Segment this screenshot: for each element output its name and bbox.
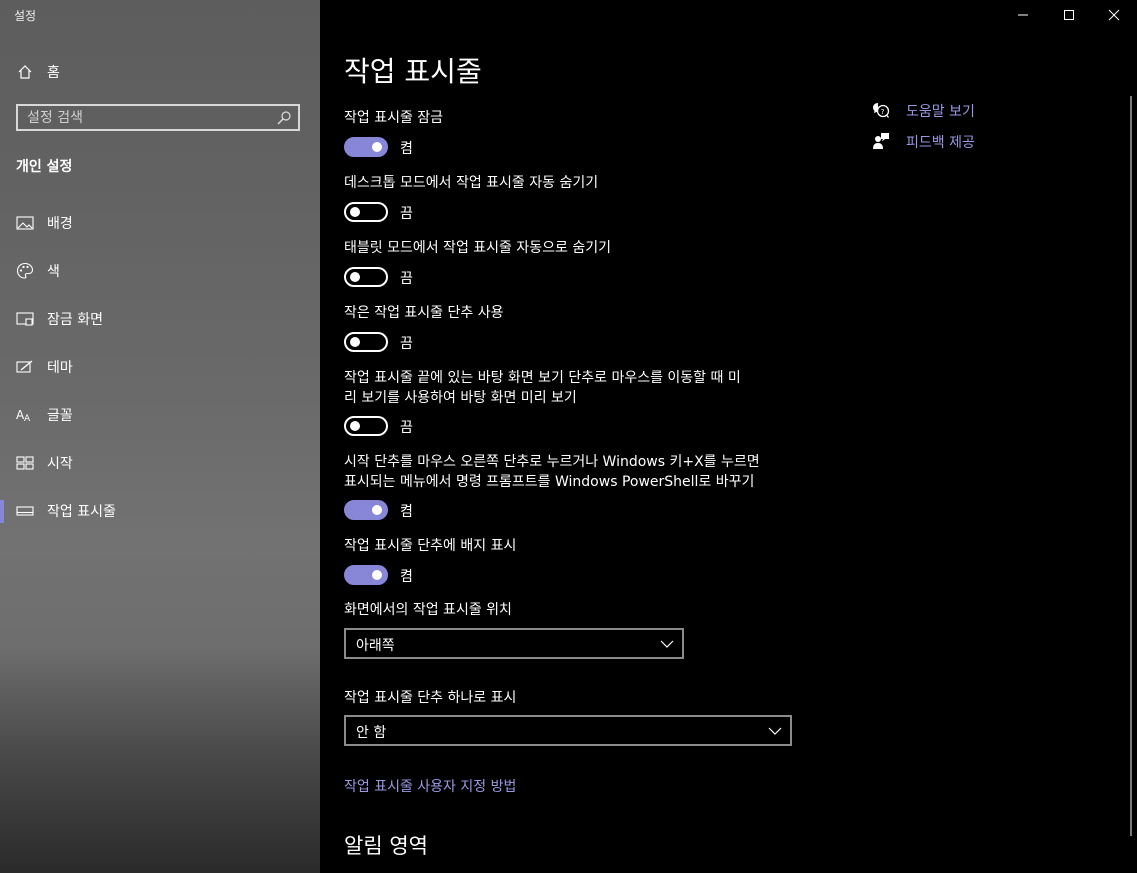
taskbar-icon [16, 502, 34, 520]
palette-icon [16, 262, 34, 280]
position-dropdown[interactable]: 아래쪽 [344, 628, 684, 659]
svg-text:?: ? [881, 108, 885, 116]
main-content: 작업 표시줄 작업 표시줄 잠금 켬 데스크톱 모드에서 작업 표시줄 자동 숨… [320, 0, 1137, 873]
toggle-autohide-tablet[interactable] [344, 267, 388, 287]
toggle-state-label: 켬 [400, 569, 413, 585]
setting-label-autohide-desktop: 데스크톱 모드에서 작업 표시줄 자동 숨기기 [344, 175, 599, 191]
start-icon [16, 454, 34, 472]
customize-taskbar-link[interactable]: 작업 표시줄 사용자 지정 방법 [344, 776, 516, 796]
position-value: 아래쪽 [356, 638, 395, 654]
combine-label: 작업 표시줄 단추 하나로 표시 [344, 690, 517, 706]
settings-window: 설정 홈 개인 설정 배경 색 [0, 0, 1137, 873]
toggle-knob [350, 337, 360, 347]
setting-label-autohide-tablet: 태블릿 모드에서 작업 표시줄 자동으로 숨기기 [344, 240, 611, 256]
sidebar-item-label: 테마 [47, 360, 73, 376]
setting-label-line: 작업 표시줄 끝에 있는 바탕 화면 보기 단추로 마우스를 이동할 때 미 [344, 370, 741, 386]
search-box[interactable] [16, 104, 300, 131]
toggle-lock-taskbar[interactable] [344, 137, 388, 157]
position-label: 화면에서의 작업 표시줄 위치 [344, 602, 512, 618]
nav-home[interactable]: 홈 [0, 56, 320, 88]
toggle-state-label: 끔 [400, 206, 413, 222]
sidebar-item-label: 색 [47, 264, 60, 280]
home-label: 홈 [47, 65, 60, 81]
sidebar-item-taskbar[interactable]: 작업 표시줄 [0, 491, 320, 531]
scrollbar[interactable] [1130, 96, 1132, 836]
give-feedback-label: 피드백 제공 [906, 135, 975, 151]
minimize-button[interactable] [1000, 0, 1046, 30]
svg-text:A: A [24, 414, 31, 423]
toggle-small-buttons[interactable] [344, 332, 388, 352]
setting-label-line: 표시되는 메뉴에서 명령 프롬프트를 Windows PowerShell로 바… [344, 474, 755, 490]
toggle-peek[interactable] [344, 416, 388, 436]
sidebar-item-label: 시작 [47, 456, 73, 472]
notification-area-heading: 알림 영역 [344, 834, 428, 858]
sidebar-item-label: 글꼴 [47, 408, 73, 424]
section-heading: 개인 설정 [16, 159, 73, 175]
maximize-icon [1064, 10, 1074, 20]
search-input[interactable] [27, 109, 267, 127]
toggle-powershell[interactable] [344, 500, 388, 520]
toggle-knob [372, 570, 382, 580]
toggle-knob [372, 505, 382, 515]
sidebar-item-color[interactable]: 색 [0, 251, 320, 291]
sidebar-item-start[interactable]: 시작 [0, 443, 320, 483]
setting-label-small-buttons: 작은 작업 표시줄 단추 사용 [344, 305, 504, 321]
chevron-down-icon [660, 640, 674, 648]
lock-screen-icon [16, 310, 34, 328]
font-icon: AA [16, 406, 34, 424]
chevron-down-icon [768, 727, 782, 735]
home-icon [16, 63, 34, 81]
sidebar-item-lock-screen[interactable]: 잠금 화면 [0, 299, 320, 339]
close-icon [1108, 9, 1120, 21]
setting-label-line: 시작 단추를 마우스 오른쪽 단추로 누르거나 Windows 키+X를 누르면 [344, 454, 760, 470]
toggle-state-label: 끔 [400, 420, 413, 436]
toggle-state-label: 끔 [400, 336, 413, 352]
toggle-state-label: 켬 [400, 141, 413, 157]
setting-label-powershell: 시작 단추를 마우스 오른쪽 단추로 누르거나 Windows 키+X를 누르면… [344, 452, 794, 492]
combine-value: 안 함 [356, 725, 387, 741]
search-icon[interactable] [276, 110, 292, 126]
toggle-knob [350, 421, 360, 431]
toggle-state-label: 끔 [400, 271, 413, 287]
picture-icon [16, 214, 34, 232]
setting-label-line: 리 보기를 사용하여 바탕 화면 미리 보기 [344, 390, 577, 406]
setting-label-peek: 작업 표시줄 끝에 있는 바탕 화면 보기 단추로 마우스를 이동할 때 미 리… [344, 368, 794, 408]
toggle-knob [372, 142, 382, 152]
feedback-icon [873, 133, 889, 149]
sidebar: 설정 홈 개인 설정 배경 색 [0, 0, 320, 873]
page-title: 작업 표시줄 [344, 55, 482, 88]
help-icon: ? [873, 103, 890, 118]
maximize-button[interactable] [1046, 0, 1092, 30]
sidebar-item-label: 작업 표시줄 [47, 504, 116, 520]
sidebar-item-background[interactable]: 배경 [0, 203, 320, 243]
sidebar-item-label: 잠금 화면 [47, 312, 103, 328]
setting-label-lock-taskbar: 작업 표시줄 잠금 [344, 110, 444, 126]
get-help-label: 도움말 보기 [906, 104, 975, 120]
sidebar-item-theme[interactable]: 테마 [0, 347, 320, 387]
toggle-knob [350, 207, 360, 217]
toggle-autohide-desktop[interactable] [344, 202, 388, 222]
close-button[interactable] [1091, 0, 1137, 30]
combine-dropdown[interactable]: 안 함 [344, 715, 792, 746]
toggle-badges[interactable] [344, 565, 388, 585]
sidebar-item-label: 배경 [47, 216, 73, 232]
theme-icon [16, 358, 34, 376]
setting-label-badges: 작업 표시줄 단추에 배지 표시 [344, 538, 517, 554]
toggle-knob [350, 272, 360, 282]
app-title: 설정 [14, 9, 37, 23]
sidebar-item-fonts[interactable]: AA 글꼴 [0, 395, 320, 435]
minimize-icon [1018, 14, 1028, 16]
toggle-state-label: 켬 [400, 504, 413, 520]
